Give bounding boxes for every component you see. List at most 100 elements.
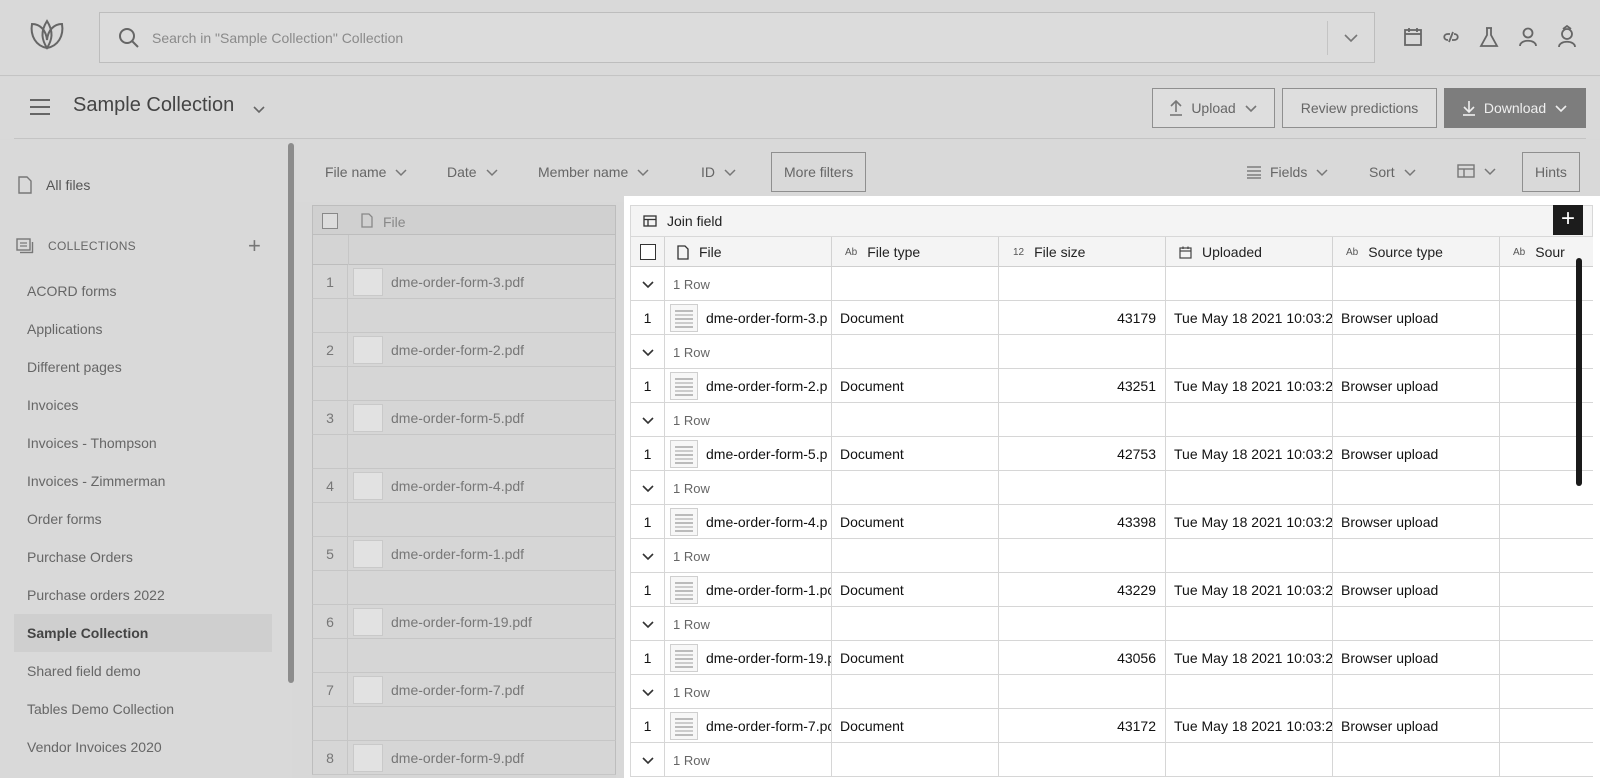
chevron-down-icon[interactable] (251, 101, 267, 117)
sidebar-item-acord-forms[interactable]: ACORD forms (14, 272, 272, 310)
chevron-down-icon[interactable] (1342, 29, 1360, 47)
table-row[interactable]: 4 dme-order-form-4.pdf (312, 469, 616, 503)
source-cell (1500, 505, 1594, 539)
file-icon (18, 176, 32, 194)
group-row[interactable]: 1 Row (630, 743, 1593, 777)
expand-toggle[interactable] (631, 335, 665, 369)
sidebar-item-different-pages[interactable]: Different pages (14, 348, 272, 386)
flask-icon[interactable] (1477, 25, 1501, 49)
file-type-cell: Document (832, 709, 999, 743)
filter-date[interactable]: Date (447, 164, 499, 180)
table-row[interactable]: 2 dme-order-form-2.pdf (312, 333, 616, 367)
sidebar-item-invoices-thompson[interactable]: Invoices - Thompson (14, 424, 272, 462)
group-row[interactable]: 1 Row (630, 267, 1593, 301)
group-row-cell (832, 403, 999, 437)
table-row[interactable]: 7 dme-order-form-7.pdf (312, 673, 616, 707)
column-header-file-size[interactable]: 12 File size (999, 237, 1166, 267)
column-header-file[interactable]: File (665, 237, 832, 267)
review-predictions-button[interactable]: Review predictions (1282, 88, 1437, 128)
chevron-down-icon (1403, 165, 1417, 179)
group-row[interactable]: 1 Row (630, 471, 1593, 505)
download-button[interactable]: Download (1444, 88, 1586, 128)
table-row-spacer (312, 299, 616, 333)
table-row[interactable]: 1 dme-order-form-3.p Document 43179 Tue May … (630, 301, 1593, 335)
table-row[interactable]: 1 dme-order-form-1.pc Document 43229 Tue May… (630, 573, 1593, 607)
filter-file-name[interactable]: File name (325, 164, 408, 180)
file-cell: dme-order-form-19.p (665, 641, 832, 675)
hints-button[interactable]: Hints (1522, 152, 1580, 192)
group-row[interactable]: 1 Row (630, 403, 1593, 437)
sidebar-item-purchase-orders-2022[interactable]: Purchase orders 2022 (14, 576, 272, 614)
add-collection-icon[interactable]: + (248, 235, 261, 257)
sidebar-item-invoices-zimmerman[interactable]: Invoices - Zimmerman (14, 462, 272, 500)
column-header-uploaded[interactable]: Uploaded (1166, 237, 1333, 267)
table-row[interactable]: 1 dme-order-form-4.p Document 43398 Tue May … (630, 505, 1593, 539)
sidebar-scrollbar[interactable] (288, 143, 294, 683)
table-row[interactable]: 1 dme-order-form-19.p Document 43056 Tue May… (630, 641, 1593, 675)
expand-toggle[interactable] (631, 471, 665, 505)
group-row-label: 1 Row (665, 743, 832, 777)
sidebar-item-shared-field-demo[interactable]: Shared field demo (14, 652, 272, 690)
group-row-cell (1166, 267, 1333, 301)
group-row-cell (1500, 607, 1594, 641)
link-icon[interactable] (1439, 25, 1463, 49)
expand-toggle[interactable] (631, 267, 665, 301)
sidebar: All files COLLECTIONS + ACORD forms Appl… (0, 140, 292, 778)
chevron-down-icon (641, 345, 655, 359)
table-row-spacer (312, 571, 616, 605)
table-row[interactable]: 6 dme-order-form-19.pdf (312, 605, 616, 639)
sidebar-all-files[interactable]: All files (18, 176, 90, 194)
fields-button[interactable]: Fields (1246, 164, 1329, 180)
table-row[interactable]: 1 dme-order-form-3.pdf (312, 265, 616, 299)
table-row[interactable]: 8 dme-order-form-9.pdf (312, 741, 616, 775)
sidebar-item-order-forms[interactable]: Order forms (14, 500, 272, 538)
filter-member-name[interactable]: Member name (538, 164, 650, 180)
table-row[interactable]: 1 dme-order-form-2.p Document 43251 Tue May … (630, 369, 1593, 403)
group-row[interactable]: 1 Row (630, 539, 1593, 573)
app-logo[interactable] (28, 18, 66, 52)
expand-toggle[interactable] (631, 675, 665, 709)
file-cell: dme-order-form-7.pc (665, 709, 832, 743)
upload-button[interactable]: Upload (1152, 88, 1275, 128)
table-row[interactable]: 1 dme-order-form-5.p Document 42753 Tue May … (630, 437, 1593, 471)
more-filters-button[interactable]: More filters (771, 152, 867, 192)
expand-toggle[interactable] (631, 539, 665, 573)
select-all-checkbox[interactable] (639, 244, 656, 260)
expand-toggle[interactable] (631, 743, 665, 777)
account-avatar-icon[interactable] (1555, 25, 1579, 49)
sidebar-item-applications[interactable]: Applications (14, 310, 272, 348)
group-row[interactable]: 1 Row (630, 675, 1593, 709)
search-bar[interactable]: Search in "Sample Collection" Collection (99, 12, 1375, 63)
expand-toggle[interactable] (631, 607, 665, 641)
column-header-file-type[interactable]: Ab File type (832, 237, 999, 267)
expand-toggle[interactable] (631, 403, 665, 437)
file-size-cell: 43229 (999, 573, 1166, 607)
filter-id[interactable]: ID (701, 164, 737, 180)
sort-button[interactable]: Sort (1369, 164, 1417, 180)
table-row-spacer (312, 639, 616, 673)
file-cell: dme-order-form-5.p (665, 437, 832, 471)
column-label: Source type (1368, 244, 1443, 260)
sidebar-item-purchase-orders[interactable]: Purchase Orders (14, 538, 272, 576)
file-name: dme-order-form-5.p (706, 446, 828, 462)
column-header-source-type[interactable]: Ab Source type (1333, 237, 1500, 267)
sidebar-item-vendor-invoices-2020[interactable]: Vendor Invoices 2020 (14, 728, 272, 766)
view-layout-button[interactable] (1457, 164, 1497, 178)
calendar-icon[interactable] (1401, 25, 1425, 49)
group-row[interactable]: 1 Row (630, 335, 1593, 369)
group-row[interactable]: 1 Row (630, 607, 1593, 641)
sidebar-item-invoices[interactable]: Invoices (14, 386, 272, 424)
select-all-checkbox[interactable] (322, 213, 338, 229)
sidebar-item-tables-demo-collection[interactable]: Tables Demo Collection (14, 690, 272, 728)
table-scrollbar[interactable] (1576, 258, 1582, 486)
sidebar-item-sample-collection[interactable]: Sample Collection (14, 614, 272, 652)
sidebar-item-label: Purchase Orders (27, 549, 133, 565)
table-row[interactable]: 1 dme-order-form-7.pc Document 43172 Tue May… (630, 709, 1593, 743)
collection-title[interactable]: Sample Collection (73, 94, 234, 117)
table-row[interactable]: 5 dme-order-form-1.pdf (312, 537, 616, 571)
menu-icon[interactable] (29, 98, 51, 116)
user-icon[interactable] (1516, 25, 1540, 49)
table-row[interactable]: 3 dme-order-form-5.pdf (312, 401, 616, 435)
file-thumbnail (353, 472, 383, 500)
add-field-button[interactable]: + (1553, 205, 1583, 235)
